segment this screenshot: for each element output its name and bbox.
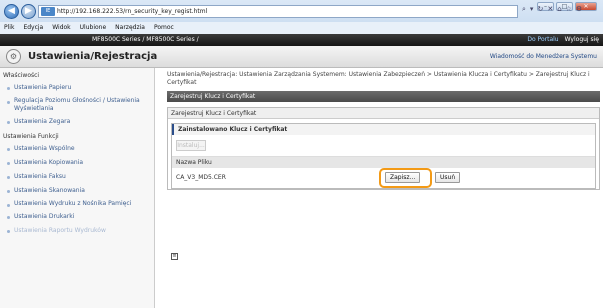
browser-chrome: – □ ✕ ◀ ▶ IE http://192.168.222.53/rn_se… <box>0 0 603 34</box>
logout-link[interactable]: Wyloguj się <box>565 34 599 46</box>
menu-edit[interactable]: Edycja <box>23 22 43 34</box>
menu-bar: Plik Edycja Widok Ulubione Narzędzia Pom… <box>0 22 603 34</box>
installed-heading: Zainstalowano Klucz i Certyfikat <box>172 124 595 135</box>
url-text: http://192.168.222.53/rn_security_key_re… <box>57 8 208 15</box>
column-header-filename: Nazwa Pliku <box>172 156 595 168</box>
sidebar-item-copy[interactable]: Ustawienia Kopiowania <box>0 156 154 170</box>
install-button[interactable]: Instaluj... <box>176 140 206 151</box>
menu-icon[interactable]: ≡ <box>171 253 178 260</box>
menu-file[interactable]: Plik <box>4 22 14 34</box>
portal-link[interactable]: Do Portalu <box>527 34 558 46</box>
back-button[interactable]: ◀ <box>4 4 19 19</box>
mail-admin-link[interactable]: Wiadomość do Menedżera Systemu <box>490 53 597 60</box>
address-tools: ⌕ ▾ ↻ ✕ ⌂ ☆ ⚙ <box>522 5 582 14</box>
sidebar-item-printer[interactable]: Ustawienia Drukarki <box>0 210 154 224</box>
menu-help[interactable]: Pomoc <box>154 22 174 34</box>
refresh-icon[interactable]: ↻ <box>537 5 543 14</box>
menu-favorites[interactable]: Ulubione <box>80 22 107 34</box>
file-name: CA_V3_MD5.CER <box>176 174 226 181</box>
highlight-ring <box>379 168 432 188</box>
stop-icon[interactable]: ✕ <box>547 5 553 14</box>
sidebar-item-report[interactable]: Ustawienia Raportu Wydruków <box>0 224 154 238</box>
search-icon[interactable]: ⌕ <box>522 5 526 14</box>
address-bar[interactable]: IE http://192.168.222.53/rn_security_key… <box>38 5 518 18</box>
delete-button[interactable]: Usuń <box>435 172 461 183</box>
sidebar-item-memory-print[interactable]: Ustawienia Wydruku z Nośnika Pamięci <box>0 198 154 210</box>
sidebar: Właściwości Ustawienia Papieru Regulacja… <box>0 68 155 308</box>
sidebar-item-paper[interactable]: Ustawienia Papieru <box>0 81 154 95</box>
device-model: MF8500C Series / MF8500C Series / <box>92 36 199 43</box>
sidebar-item-volume-display[interactable]: Regulacja Poziomu Głośności / Ustawienia… <box>0 95 154 115</box>
sidebar-item-common[interactable]: Ustawienia Wspólne <box>0 142 154 156</box>
sidebar-item-scan[interactable]: Ustawienia Skanowania <box>0 184 154 198</box>
table-row: CA_V3_MD5.CER Zapisz... Usuń <box>172 168 595 188</box>
installed-panel: Zainstalowano Klucz i Certyfikat Instalu… <box>171 123 596 189</box>
register-panel: Zarejestruj Klucz i Certyfikat Zainstalo… <box>167 107 600 190</box>
settings-icon: ⚙ <box>6 49 21 64</box>
section-title-bar: Zarejestruj Klucz i Certyfikat <box>167 91 600 102</box>
page-header: ⚙ Ustawienia/Rejestracja Wiadomość do Me… <box>0 46 603 68</box>
forward-button[interactable]: ▶ <box>21 4 36 19</box>
sidebar-section-functions: Ustawienia Funkcji <box>3 133 59 140</box>
page-title: Ustawienia/Rejestracja <box>28 51 158 62</box>
menu-view[interactable]: Widok <box>52 22 70 34</box>
sidebar-item-fax[interactable]: Ustawienia Faksu <box>0 170 154 184</box>
sidebar-section-properties: Właściwości <box>3 72 40 79</box>
lock-icon[interactable]: ▾ <box>530 5 534 14</box>
gear-icon[interactable]: ⚙ <box>576 5 582 14</box>
home-icon[interactable]: ⌂ <box>557 5 561 14</box>
sidebar-item-clock[interactable]: Ustawienia Zegara <box>0 115 154 129</box>
favorites-icon[interactable]: ☆ <box>566 5 572 14</box>
breadcrumb: Ustawienia/Rejestracja: Ustawienia Zarzą… <box>167 71 590 86</box>
main-content: Ustawienia/Rejestracja: Ustawienia Zarzą… <box>167 68 603 260</box>
menu-tools[interactable]: Narzędzia <box>115 22 145 34</box>
http-icon: IE <box>41 7 55 16</box>
panel-header: Zarejestruj Klucz i Certyfikat <box>168 108 599 119</box>
device-bar: MF8500C Series / MF8500C Series / Do Por… <box>0 34 603 46</box>
